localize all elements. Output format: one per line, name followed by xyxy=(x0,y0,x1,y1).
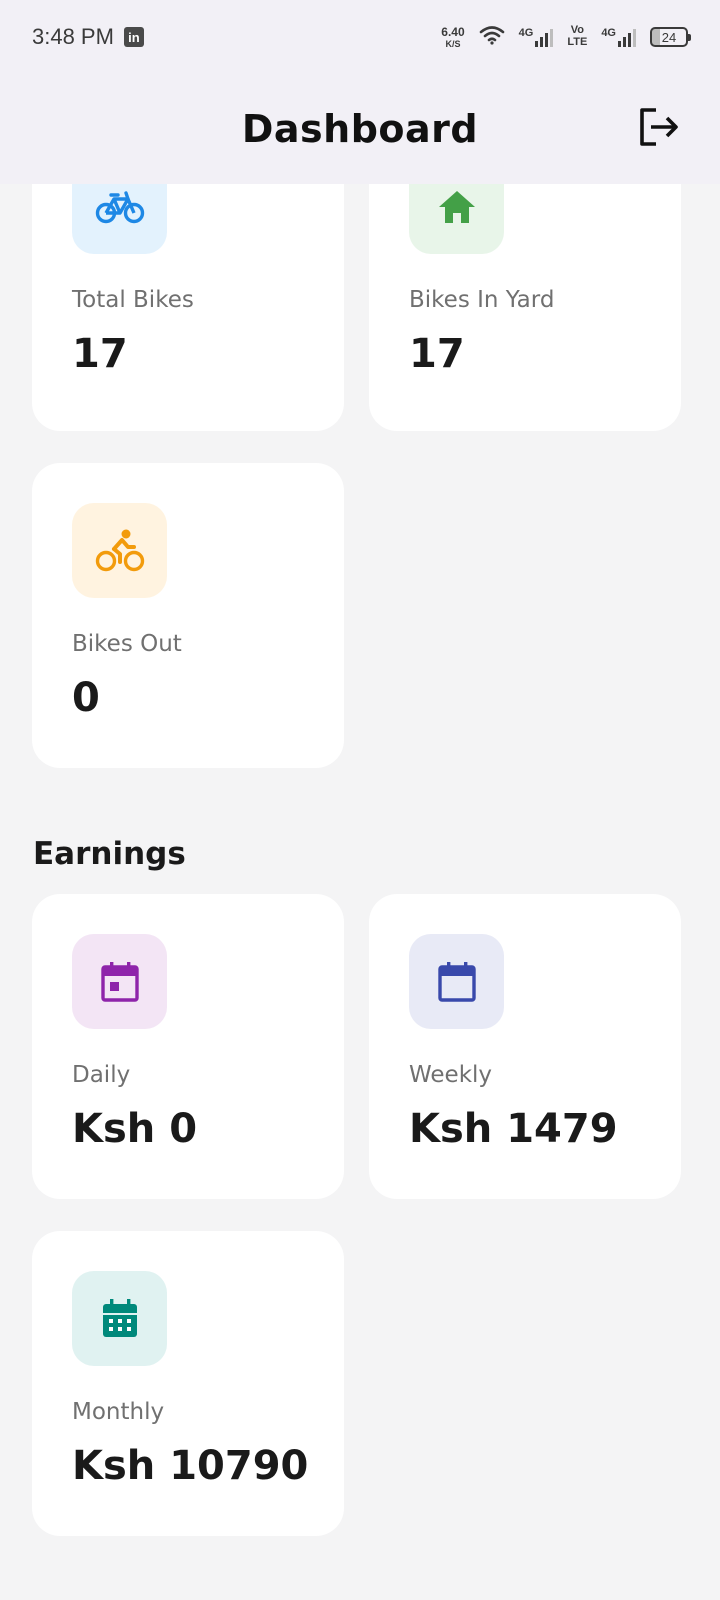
signal-4g-1: 4G xyxy=(518,26,554,47)
signal-4g-2: 4G xyxy=(601,26,636,47)
linkedin-icon: in xyxy=(123,27,144,47)
battery-level: 24 xyxy=(661,29,677,45)
daily-icon-box xyxy=(72,934,167,1029)
calendar-icon xyxy=(437,961,476,1002)
daily-value: Ksh 0 xyxy=(72,1106,198,1152)
page-title: Dashboard xyxy=(241,107,479,151)
network-type-label-2: 4G xyxy=(601,26,616,39)
bikes-out-card[interactable]: Bikes Out 0 xyxy=(32,463,344,768)
monthly-label: Monthly xyxy=(72,1399,165,1425)
net-speed: 6.40 K/S xyxy=(441,26,464,49)
calendar-month-icon xyxy=(102,1298,137,1337)
bikes-out-value: 0 xyxy=(72,675,100,721)
weekly-label: Weekly xyxy=(409,1062,493,1088)
signal-bars-icon xyxy=(535,28,554,47)
status-left: 3:48 PM in xyxy=(32,24,144,50)
calendar-day-icon xyxy=(100,961,139,1002)
status-bar: 3:48 PM in 6.40 K/S 4G Vo LTE 4G 24 xyxy=(0,0,720,74)
signal-bars-icon xyxy=(618,28,636,47)
monthly-earnings-card[interactable]: Monthly Ksh 10790 xyxy=(32,1231,344,1536)
bikes-in-yard-value: 17 xyxy=(409,331,465,377)
total-bikes-value: 17 xyxy=(72,331,128,377)
daily-earnings-card[interactable]: Daily Ksh 0 xyxy=(32,894,344,1199)
volte-indicator: Vo LTE xyxy=(567,25,587,48)
logout-icon xyxy=(640,108,678,146)
wifi-icon xyxy=(479,25,505,50)
home-icon xyxy=(438,190,475,223)
status-time: 3:48 PM xyxy=(32,24,114,49)
status-right: 6.40 K/S 4G Vo LTE 4G 24 xyxy=(441,25,691,50)
monthly-value: Ksh 10790 xyxy=(72,1443,309,1489)
weekly-earnings-card[interactable]: Weekly Ksh 1479 xyxy=(369,894,681,1199)
logout-button[interactable] xyxy=(636,104,682,150)
bikes-out-icon-box xyxy=(72,503,167,598)
earnings-section-title: Earnings xyxy=(33,836,186,872)
total-bikes-label: Total Bikes xyxy=(72,287,194,313)
net-speed-value: 6.40 xyxy=(441,24,465,39)
battery-icon: 24 xyxy=(650,27,691,47)
bikes-in-yard-label: Bikes In Yard xyxy=(409,287,555,313)
network-type-label: 4G xyxy=(518,26,534,39)
cyclist-icon xyxy=(95,529,144,571)
daily-label: Daily xyxy=(72,1062,131,1088)
volte-bottom: LTE xyxy=(567,36,588,48)
bicycle-icon xyxy=(95,190,144,223)
weekly-value: Ksh 1479 xyxy=(409,1106,618,1152)
monthly-icon-box xyxy=(72,1271,167,1366)
weekly-icon-box xyxy=(409,934,504,1029)
bikes-out-label: Bikes Out xyxy=(72,631,182,657)
net-speed-unit: K/S xyxy=(445,38,461,49)
app-bar: Dashboard xyxy=(0,74,720,184)
